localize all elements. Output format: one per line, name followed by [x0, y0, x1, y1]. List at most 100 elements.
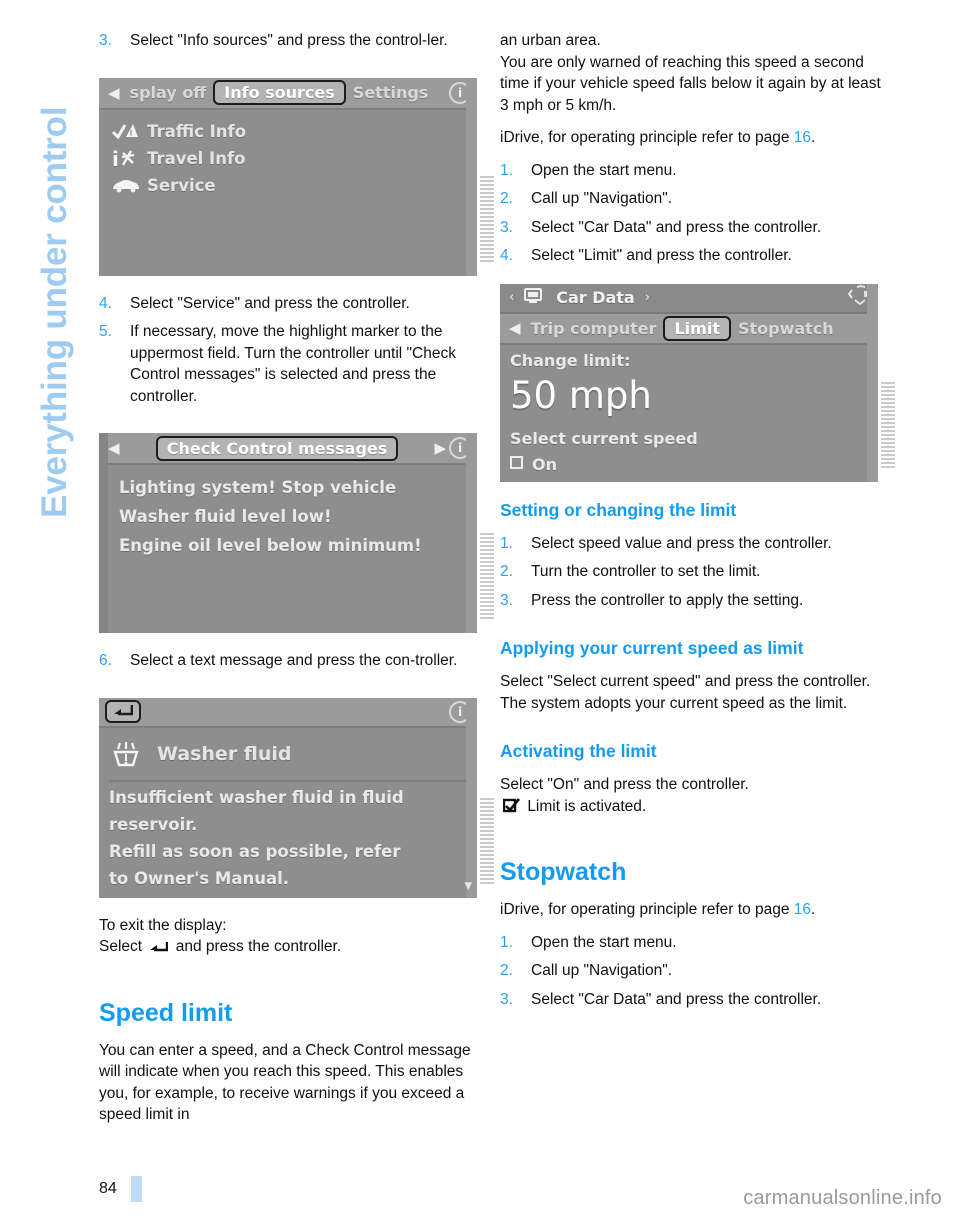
exit-display-suffix: and press the controller.: [175, 938, 342, 955]
list-item[interactable]: Lighting system! Stop vehicle: [119, 473, 465, 502]
scroll-strip[interactable]: [466, 433, 477, 633]
figure-caption-artifact: [480, 533, 494, 619]
section-heading-stopwatch: Stopwatch: [500, 858, 627, 886]
change-limit-label: Change limit:: [510, 350, 631, 370]
list-item[interactable]: ! Traffic Info: [111, 118, 465, 145]
list-item[interactable]: Engine oil level below minimum!: [119, 531, 465, 560]
tab-trip-computer[interactable]: Trip computer: [524, 319, 664, 338]
detail-line: Insufficient washer fluid in fluid: [109, 787, 404, 807]
idrive-note-suffix: .: [811, 901, 816, 918]
limit-on-toggle[interactable]: On: [510, 452, 868, 478]
screenshot-car-data-wrap: ‹ Car Data › ◀ Trip computer Limit Stopw…: [500, 283, 895, 482]
left-strip: [99, 433, 108, 633]
prev-arrow-icon[interactable]: ‹: [506, 290, 517, 305]
figure-caption-artifact: [881, 381, 895, 468]
list-item: 2. Call up "Navigation".: [500, 188, 885, 210]
list-item: 4. Select "Service" and press the contro…: [99, 293, 484, 315]
back-arrow-icon[interactable]: [105, 700, 141, 723]
step-list-info-sources: 3. Select "Info sources" and press the c…: [99, 30, 484, 52]
step-list-text-message: 6. Select a text message and press the c…: [99, 650, 484, 672]
list-item[interactable]: Washer fluid level low!: [119, 502, 465, 531]
left-arrow-icon[interactable]: ◀: [105, 84, 123, 102]
continued-paragraph-1: an urban area.: [500, 32, 601, 49]
chapter-tab: Everything under control: [0, 0, 92, 560]
speed-limit-paragraph: You can enter a speed, and a Check Contr…: [99, 1041, 471, 1124]
svg-text:i: i: [112, 147, 119, 169]
idrive-tab-bar: ◀ Check Control messages ▶ i: [99, 433, 477, 465]
list-item: 3. Select "Car Data" and press the contr…: [500, 217, 885, 239]
idrive-tab-bar: ◀ Trip computer Limit Stopwatch: [500, 313, 878, 345]
section-heading-speed-limit: Speed limit: [99, 998, 233, 1027]
step-number: 3.: [500, 591, 513, 609]
tab-settings[interactable]: Settings: [346, 83, 436, 102]
select-current-speed-label[interactable]: Select current speed: [510, 426, 868, 452]
divider: [109, 779, 467, 782]
step-number: 1.: [500, 161, 513, 179]
section-heading-applying-speed: Applying your current speed as limit: [500, 638, 804, 658]
figure-caption-artifact: [480, 797, 494, 884]
detail-line: reservoir.: [109, 814, 198, 834]
travel-info-icon: i: [111, 147, 147, 169]
step-text: Open the start menu.: [531, 161, 677, 179]
washer-fluid-detail: Washer fluid Insufficient washer fluid i…: [99, 728, 477, 892]
step-number: 2.: [500, 962, 513, 979]
next-arrow-icon[interactable]: ›: [642, 290, 653, 305]
step-text: If necessary, move the highlight marker …: [130, 323, 456, 405]
svg-text:!: !: [129, 129, 132, 137]
step-number: 2.: [500, 563, 513, 580]
scroll-strip[interactable]: [867, 283, 878, 482]
section-heading-activating-limit: Activating the limit: [500, 741, 657, 761]
list-item: 3. Press the controller to apply the set…: [500, 590, 885, 612]
page-reference[interactable]: 16: [794, 129, 811, 146]
tab-info-sources[interactable]: Info sources: [213, 80, 346, 105]
service-car-icon: [111, 177, 147, 193]
step-text: Select "Info sources" and press the cont…: [130, 32, 448, 49]
applying-speed-paragraph: Select "Select current speed" and press …: [500, 673, 871, 712]
scroll-strip[interactable]: [466, 697, 477, 898]
screenshot-info-sources: ◀ splay off Info sources Settings i ! Tr…: [99, 77, 477, 276]
scroll-strip[interactable]: [466, 77, 477, 276]
step-text: Select "Car Data" and press the controll…: [531, 218, 822, 236]
step-number: 4.: [500, 247, 513, 264]
list-item[interactable]: i Travel Info: [111, 145, 465, 172]
section-heading-setting-changing: Setting or changing the limit: [500, 499, 737, 520]
screen-title: Car Data: [556, 288, 635, 307]
chapter-tab-label: Everything under control: [35, 106, 74, 518]
list-item: 4. Select "Limit" and press the controll…: [500, 245, 885, 267]
tab-check-control-messages[interactable]: Check Control messages: [155, 435, 399, 461]
step-list-service: 4. Select "Service" and press the contro…: [99, 293, 484, 408]
detail-line: to Owner's Manual.: [109, 868, 290, 888]
step-list-stopwatch: 1. Open the start menu. 2. Call up "Navi…: [500, 932, 885, 1011]
screenshot-car-data: ‹ Car Data › ◀ Trip computer Limit Stopw…: [500, 283, 878, 482]
list-item[interactable]: Service: [111, 172, 465, 199]
idrive-note-limit: iDrive, for operating principle refer to…: [500, 127, 885, 149]
checkbox-checked-icon: [502, 797, 521, 820]
tab-stopwatch[interactable]: Stopwatch: [731, 319, 841, 338]
folio-bar: [130, 1176, 142, 1202]
right-arrow-icon[interactable]: ▶: [431, 439, 449, 457]
chevron-down-icon[interactable]: ▾: [464, 876, 472, 894]
back-arrow-icon: [149, 938, 169, 960]
detail-title: Washer fluid: [157, 742, 292, 765]
list-item-label: Service: [147, 175, 216, 195]
list-item: 2. Turn the controller to set the limit.: [500, 561, 885, 583]
idrive-note-prefix: iDrive, for operating principle refer to…: [500, 129, 794, 146]
idrive-note-prefix: iDrive, for operating principle refer to…: [500, 901, 794, 918]
step-text: Turn the controller to set the limit.: [531, 563, 761, 580]
page-reference[interactable]: 16: [794, 901, 811, 918]
checkbox-icon[interactable]: [510, 455, 523, 469]
screenshot-info-sources-wrap: ◀ splay off Info sources Settings i ! Tr…: [99, 77, 494, 276]
manual-page: Everything under control 3. Select "Info…: [0, 0, 960, 1220]
step-text: Press the controller to apply the settin…: [531, 591, 804, 609]
activating-limit-line1: Select "On" and press the controller.: [500, 776, 749, 793]
left-arrow-icon[interactable]: ◀: [506, 319, 524, 337]
step-text: Call up "Navigation".: [531, 190, 673, 207]
left-column: 3. Select "Info sources" and press the c…: [99, 30, 494, 1126]
list-item: 5. If necessary, move the highlight mark…: [99, 321, 484, 407]
idrive-title-bar: ‹ Car Data ›: [500, 283, 878, 314]
step-text: Select "Car Data" and press the controll…: [531, 990, 822, 1008]
tab-display-off[interactable]: splay off: [123, 83, 214, 102]
figure-caption-artifact: [480, 175, 494, 262]
limit-value[interactable]: 50 mph: [510, 374, 868, 418]
tab-limit[interactable]: Limit: [663, 315, 731, 341]
